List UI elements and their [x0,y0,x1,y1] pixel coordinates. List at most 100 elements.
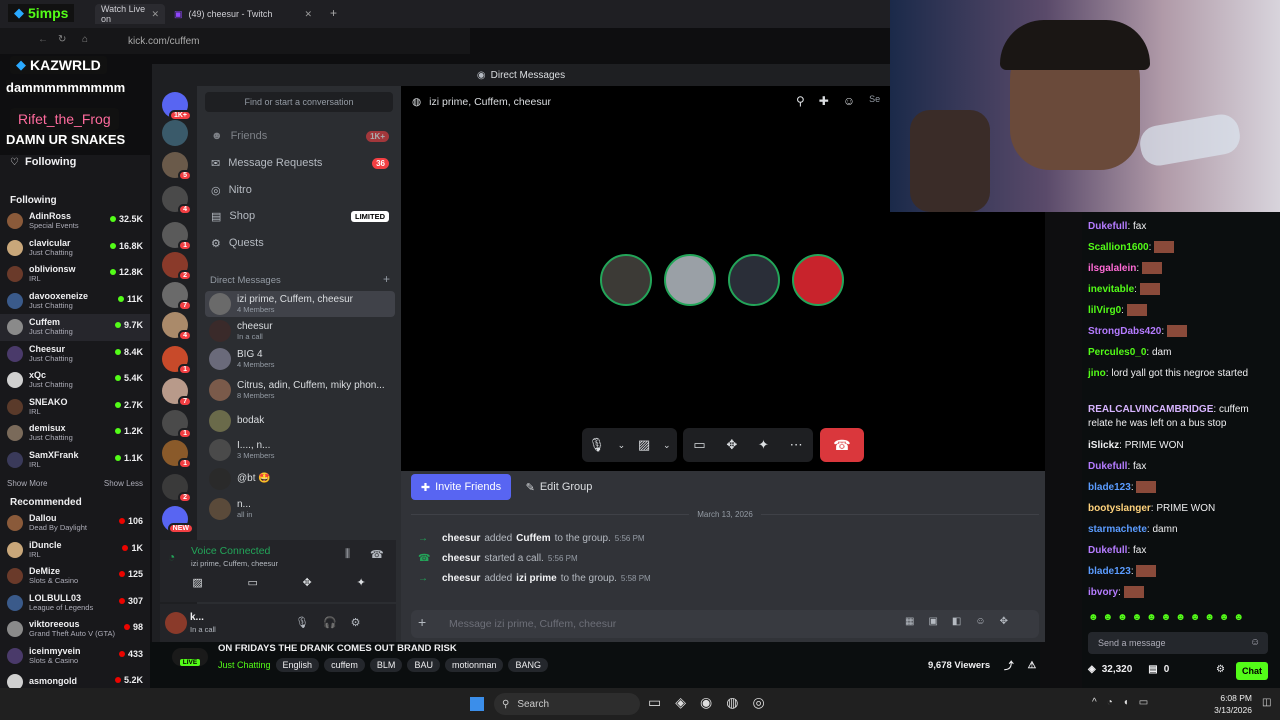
show-more-link[interactable]: Show More [7,479,47,488]
emote-icon[interactable]: ☻ [1161,612,1172,623]
search-label[interactable]: Se [869,94,880,108]
sticker-icon[interactable]: ◧ [952,616,961,627]
dm-item[interactable]: izi prime, Cuffem, cheesur 4 Members [205,291,395,317]
emoji-icon[interactable]: ☺ [1250,637,1260,648]
channel-item[interactable]: xQc Just Chatting 5.4K [0,367,150,394]
new-tab-icon[interactable]: + [330,6,337,20]
chat-username[interactable]: Scallion1600 [1088,242,1149,253]
shop-nav[interactable]: ▤ Shop LIMITED [205,204,395,228]
discord-icon[interactable]: ◎ [752,694,764,711]
chevron-down-icon[interactable]: ⌄ [663,440,671,451]
chat-username[interactable]: iSlickz [1088,440,1119,451]
avatar[interactable] [165,612,187,634]
emote-icon[interactable]: ☻ [1175,612,1186,623]
emote-icon[interactable]: ☻ [1190,612,1201,623]
soundboard-icon[interactable]: ✦ [356,576,365,589]
emote-icon[interactable]: ☻ [1117,612,1128,623]
emoji-icon[interactable]: ☺ [975,616,985,627]
soundboard-icon[interactable]: ✦ [758,437,769,453]
friends-nav[interactable]: ☻ Friends 1K+ [205,124,395,148]
taskbar-search[interactable]: ⚲ Search [494,693,640,715]
edit-group-button[interactable]: ✎ Edit Group [517,474,601,500]
emote-icon[interactable]: ☻ [1146,612,1157,623]
chat-username[interactable]: jino [1088,368,1106,379]
reload-icon[interactable]: ↻ [58,34,66,45]
dm-item[interactable]: n... all in [205,496,395,522]
copilot-icon[interactable]: ◈ [675,694,686,711]
app-icon[interactable]: ◍ [726,694,738,711]
browser-tab[interactable]: Watch Live on ✕ [95,4,165,24]
end-call-button[interactable]: ☎ [820,428,864,462]
server-icon[interactable] [162,120,188,146]
channel-item[interactable]: SamXFrank IRL 1.1K [0,447,150,474]
server-icon[interactable]: 4 [162,312,192,341]
stream-tag[interactable]: BAU [407,658,440,672]
gear-icon[interactable]: ⚙ [1216,664,1225,675]
stream-tag[interactable]: English [275,658,320,672]
dm-item[interactable]: I...., n... 3 Members [205,437,395,463]
back-icon[interactable]: ← [38,34,48,45]
emote-icon[interactable]: ☻ [1103,612,1114,623]
actor-name[interactable]: cheesur [442,573,480,584]
server-icon[interactable]: 1 [162,346,192,375]
channel-item[interactable]: LOLBULL03 League of Legends 307 [0,590,150,617]
chat-username[interactable]: blade123 [1088,566,1131,577]
server-icon[interactable]: 7 [162,282,192,311]
screen-share-icon[interactable]: ▭ [247,576,257,589]
add-member-icon[interactable]: ✚ [819,94,829,108]
gift-icon[interactable]: ▦ [905,616,914,627]
chat-username[interactable]: blade123 [1088,482,1131,493]
chat-username[interactable]: Dukefull [1088,461,1127,472]
stream-tag[interactable]: cuffem [324,658,365,672]
channel-item[interactable]: demisux Just Chatting 1.2K [0,420,150,447]
channel-item[interactable]: SNEAKO IRL 2.7K [0,394,150,421]
dm-item[interactable]: cheesur In a call [205,318,395,344]
camera-off-icon[interactable]: ▨ [638,437,650,453]
channel-item[interactable]: DeMize Slots & Casino 125 [0,563,150,590]
channel-item[interactable]: Dallou Dead By Daylight 106 [0,510,150,537]
stream-tag[interactable]: motionman [444,658,504,672]
headphones-icon[interactable]: 🎧 [323,616,337,629]
wifi-icon[interactable]: ◔ [1107,697,1113,708]
channel-item[interactable]: Cuffem Just Chatting 9.7K [0,314,150,341]
pin-icon[interactable]: ⚲ [796,94,805,108]
message-requests-nav[interactable]: ✉ Message Requests 36 [205,151,395,175]
server-icon[interactable]: 1 [162,222,192,251]
dm-item[interactable]: BIG 44 Members [205,346,395,372]
activities-icon[interactable]: ✥ [303,576,312,589]
server-icon[interactable]: 2 [162,252,192,281]
members-icon[interactable]: ☺ [843,94,855,108]
chat-username[interactable]: Dukefull [1088,545,1127,556]
server-icon[interactable]: 7 [162,378,192,407]
gif-icon[interactable]: ▣ [928,616,937,627]
stream-category[interactable]: Just Chatting [218,660,271,670]
chat-input[interactable]: Send a message [1088,632,1268,654]
attach-plus-icon[interactable]: + [418,614,426,630]
emote-icon[interactable]: ☻ [1088,612,1099,623]
chat-username[interactable]: Percules0_0 [1088,347,1146,358]
dm-item[interactable]: bodak [205,408,395,434]
target-name[interactable]: izi prime [516,573,557,584]
add-dm-icon[interactable]: + [383,273,390,286]
chevron-down-icon[interactable]: ⌄ [618,440,626,451]
battery-icon[interactable]: ▭ [1139,697,1148,708]
server-icon[interactable]: 1 [162,410,192,439]
noise-suppression-icon[interactable]: ⫼ [345,548,350,561]
show-less-link[interactable]: Show Less [104,479,143,488]
chevron-up-icon[interactable]: ^ [1092,697,1097,708]
file-explorer-icon[interactable]: ▭ [648,694,661,711]
invite-friends-button[interactable]: ✚ Invite Friends [411,474,511,500]
channel-item[interactable]: oblivionsw IRL 12.8K [0,261,150,288]
chat-username[interactable]: bootyslanger [1088,503,1151,514]
actor-name[interactable]: cheesur [442,553,480,564]
more-icon[interactable]: ⋯ [790,437,803,453]
report-icon[interactable]: ⚠ [1028,660,1037,671]
chat-username[interactable]: REALCALVINCAMBRIDGE [1088,404,1213,415]
server-icon[interactable]: 1 [162,440,192,469]
chat-send-button[interactable]: Chat [1236,662,1268,680]
participant-avatar[interactable] [728,254,780,306]
server-icon[interactable]: 5 [162,152,192,181]
emote-icon[interactable]: ☻ [1132,612,1143,623]
chat-username[interactable]: lilVirg0 [1088,305,1121,316]
chat-username[interactable]: starmachete [1088,524,1147,535]
